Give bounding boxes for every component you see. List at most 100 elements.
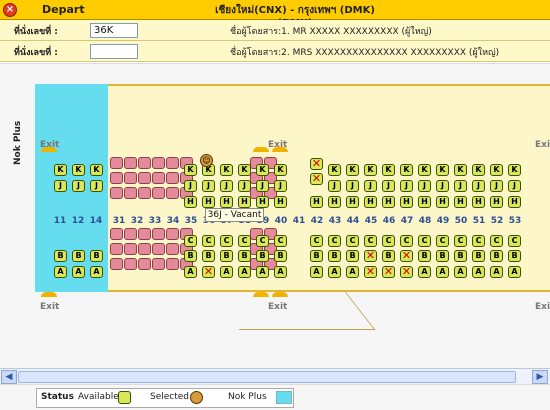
seat-H[interactable]: H: [310, 196, 323, 208]
seat-J[interactable]: J: [328, 180, 341, 192]
seat-A[interactable]: [400, 266, 413, 278]
seat-C[interactable]: C: [202, 235, 215, 247]
seat-A[interactable]: A: [310, 266, 323, 278]
seat-A[interactable]: A: [436, 266, 449, 278]
seat-K[interactable]: K: [418, 164, 431, 176]
seat-A[interactable]: A: [418, 266, 431, 278]
seat-J[interactable]: J: [274, 180, 287, 192]
seat-B[interactable]: B: [472, 250, 485, 262]
seat-J[interactable]: J: [454, 180, 467, 192]
seat-B[interactable]: B: [346, 250, 359, 262]
seat-C[interactable]: C: [364, 235, 377, 247]
seat-B-11[interactable]: B: [54, 250, 67, 262]
seat-C[interactable]: C: [238, 235, 251, 247]
close-icon[interactable]: ×: [3, 3, 17, 17]
seat-B[interactable]: B: [310, 250, 323, 262]
scroll-thumb[interactable]: [18, 371, 516, 383]
seat-C[interactable]: C: [184, 235, 197, 247]
seat-A[interactable]: [364, 266, 377, 278]
seat-A[interactable]: A: [490, 266, 503, 278]
seat-H[interactable]: H: [490, 196, 503, 208]
seat-K[interactable]: K: [508, 164, 521, 176]
seat-C[interactable]: C: [400, 235, 413, 247]
seat-K[interactable]: K: [454, 164, 467, 176]
seat-H[interactable]: H: [508, 196, 521, 208]
seat-B[interactable]: B: [274, 250, 287, 262]
seat-C[interactable]: C: [220, 235, 233, 247]
seat-K-14[interactable]: K: [90, 164, 103, 176]
seat-C[interactable]: C: [256, 235, 269, 247]
seat-K[interactable]: K: [274, 164, 287, 176]
seat-K[interactable]: K: [364, 164, 377, 176]
seat-C[interactable]: C: [328, 235, 341, 247]
seat-B[interactable]: B: [418, 250, 431, 262]
seat-H[interactable]: H: [238, 196, 251, 208]
seat-B[interactable]: B: [256, 250, 269, 262]
seat-J[interactable]: J: [364, 180, 377, 192]
seat-H[interactable]: H: [346, 196, 359, 208]
seat-A[interactable]: A: [184, 266, 197, 278]
seat-A[interactable]: A: [220, 266, 233, 278]
seat-B[interactable]: B: [238, 250, 251, 262]
seat-A[interactable]: A: [472, 266, 485, 278]
seat-B[interactable]: B: [202, 250, 215, 262]
seat-J-11[interactable]: J: [54, 180, 67, 192]
seat-A[interactable]: A: [328, 266, 341, 278]
seat-H[interactable]: H: [328, 196, 341, 208]
seat-A[interactable]: A: [256, 266, 269, 278]
seat-C[interactable]: C: [454, 235, 467, 247]
horizontal-scrollbar[interactable]: ◀ ▶: [0, 368, 550, 384]
seat-K[interactable]: K: [436, 164, 449, 176]
seat-H[interactable]: H: [382, 196, 395, 208]
seat-J[interactable]: J: [436, 180, 449, 192]
seat-H[interactable]: H: [472, 196, 485, 208]
seat-H[interactable]: H: [400, 196, 413, 208]
seat-K[interactable]: K: [382, 164, 395, 176]
seat-K[interactable]: K: [256, 164, 269, 176]
seat-K[interactable]: K: [472, 164, 485, 176]
seat-J[interactable]: J: [256, 180, 269, 192]
seat-B[interactable]: B: [184, 250, 197, 262]
seat-C[interactable]: C: [346, 235, 359, 247]
seat-B[interactable]: [364, 250, 377, 262]
seat-B[interactable]: B: [382, 250, 395, 262]
seat-K-12[interactable]: K: [72, 164, 85, 176]
seat-C[interactable]: C: [382, 235, 395, 247]
seat-H[interactable]: H: [364, 196, 377, 208]
seat-J[interactable]: J: [184, 180, 197, 192]
seat-B[interactable]: B: [220, 250, 233, 262]
seat-J-14[interactable]: J: [90, 180, 103, 192]
scroll-right-icon[interactable]: ▶: [532, 370, 548, 384]
seat-K[interactable]: [310, 158, 323, 170]
seat-C[interactable]: C: [472, 235, 485, 247]
selected-seat-icon[interactable]: ☺: [200, 154, 213, 167]
scroll-left-icon[interactable]: ◀: [1, 370, 17, 384]
seat-K[interactable]: K: [400, 164, 413, 176]
seat-J[interactable]: J: [220, 180, 233, 192]
seat-H[interactable]: H: [256, 196, 269, 208]
seat-J[interactable]: [310, 173, 323, 185]
seat-H[interactable]: H: [184, 196, 197, 208]
seat-K[interactable]: K: [184, 164, 197, 176]
seat-number-field-1[interactable]: 36K: [90, 23, 138, 38]
seat-J[interactable]: J: [418, 180, 431, 192]
seat-K-11[interactable]: K: [54, 164, 67, 176]
seat-J[interactable]: J: [490, 180, 503, 192]
seat-A-12[interactable]: A: [72, 266, 85, 278]
seat-C[interactable]: C: [508, 235, 521, 247]
seat-J[interactable]: J: [508, 180, 521, 192]
seat-B[interactable]: B: [328, 250, 341, 262]
seat-J[interactable]: J: [202, 180, 215, 192]
seat-J-12[interactable]: J: [72, 180, 85, 192]
seat-J[interactable]: J: [400, 180, 413, 192]
seat-B-14[interactable]: B: [90, 250, 103, 262]
seat-A[interactable]: A: [454, 266, 467, 278]
seat-A-11[interactable]: A: [54, 266, 67, 278]
seat-J[interactable]: J: [238, 180, 251, 192]
seat-K[interactable]: K: [490, 164, 503, 176]
seat-C[interactable]: C: [490, 235, 503, 247]
seat-H[interactable]: H: [202, 196, 215, 208]
seat-B[interactable]: [400, 250, 413, 262]
seat-C[interactable]: C: [418, 235, 431, 247]
seat-H[interactable]: H: [454, 196, 467, 208]
